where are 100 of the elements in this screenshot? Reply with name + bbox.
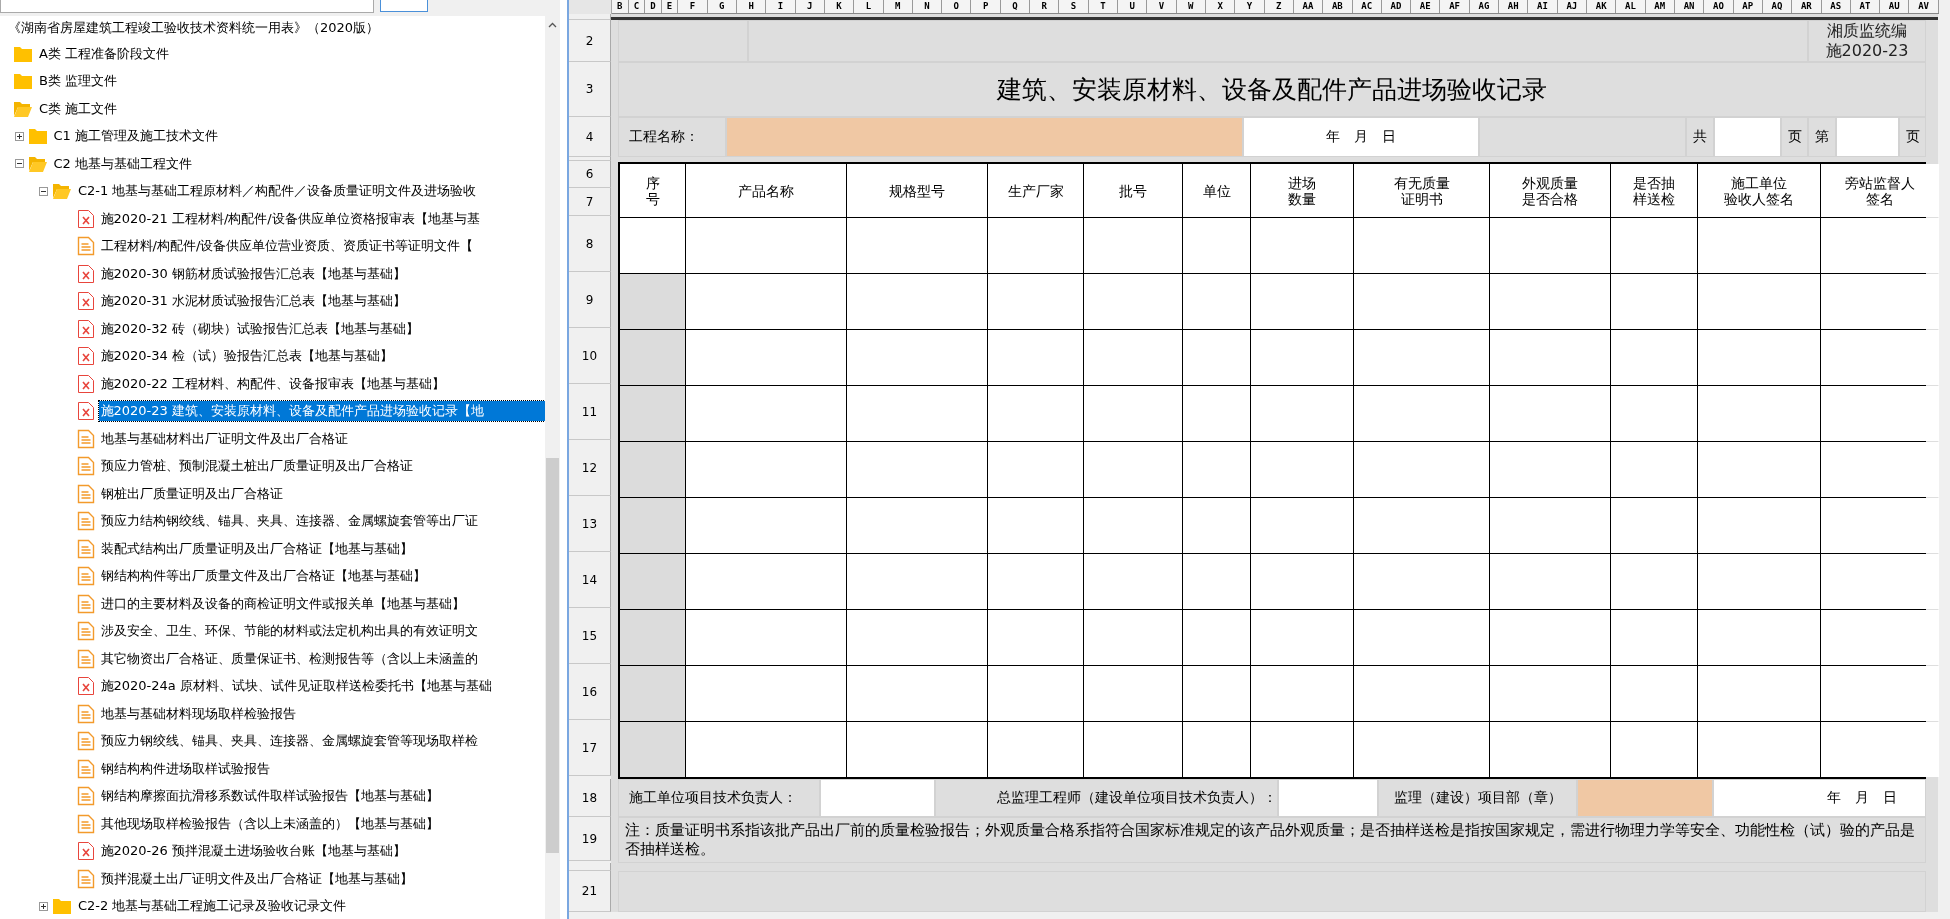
column-letter[interactable]: AS <box>1821 0 1851 13</box>
tree-item[interactable]: 施2020-23 建筑、安装原材料、设备及配件产品进场验收记录【地 <box>98 401 545 422</box>
column-letter[interactable]: AC <box>1352 0 1382 13</box>
tree-item[interactable]: 预拌混凝土出厂证明文件及出厂合格证【地基与基础】 <box>98 868 415 889</box>
tree-item[interactable]: 钢桩出厂质量证明及出厂合格证 <box>98 483 285 504</box>
tree-item[interactable]: 预应力钢绞线、锚具、夹具、连接器、金属螺旋套管等现场取样检 <box>98 731 480 752</box>
column-letter[interactable]: AN <box>1674 0 1705 13</box>
column-letter[interactable]: AP <box>1733 0 1763 13</box>
row-number[interactable]: 2 <box>585 33 594 48</box>
column-letter[interactable]: AE <box>1411 0 1441 13</box>
tree-item[interactable]: 其他现场取样检验报告（含以上未涵盖的）【地基与基础】 <box>98 813 441 834</box>
tree-item[interactable]: B类 监理文件 <box>37 71 120 92</box>
column-letter[interactable]: L <box>854 0 884 13</box>
tree-item[interactable]: 工程材料/构配件/设备供应单位营业资质、资质证书等证明文件【 <box>98 236 476 257</box>
row-number[interactable]: 21 <box>581 884 598 898</box>
column-letter[interactable]: U <box>1118 0 1148 13</box>
tree-item[interactable]: 施2020-24a 原材料、试块、试件见证取样送检委托书【地基与基础 <box>98 676 494 697</box>
column-letter[interactable]: AV <box>1909 0 1939 13</box>
row-number[interactable]: 6 <box>585 167 594 181</box>
column-letter[interactable]: Q <box>1000 0 1031 13</box>
column-letter[interactable]: F <box>678 0 708 13</box>
column-letter[interactable]: AA <box>1293 0 1324 13</box>
column-letter[interactable]: Y <box>1235 0 1265 13</box>
column-letter[interactable]: AH <box>1499 0 1529 13</box>
row-number[interactable]: 12 <box>581 460 598 475</box>
tree-item[interactable]: 施2020-21 工程材料/构配件/设备供应单位资格报审表【地基与基 <box>98 208 482 229</box>
tree-item[interactable]: 预应力结构钢绞线、锚具、夹具、连接器、金属螺旋套管等出厂证 <box>98 511 480 532</box>
tree-item[interactable]: 预应力管桩、预制混凝土桩出厂质量证明及出厂合格证 <box>98 456 415 477</box>
column-letter[interactable]: G <box>707 0 737 13</box>
tree-item[interactable]: C类 施工文件 <box>37 98 120 119</box>
column-letter[interactable]: AG <box>1469 0 1500 13</box>
tree-item[interactable]: 施2020-26 预拌混凝土进场验收台账【地基与基础】 <box>98 841 408 862</box>
tree-item[interactable]: C1 施工管理及施工技术文件 <box>51 126 220 147</box>
column-letter[interactable]: D <box>645 0 662 13</box>
column-letter[interactable]: AB <box>1323 0 1353 13</box>
tree-item[interactable]: 涉及安全、卫生、环保、节能的材料或法定机构出具的有效证明文 <box>98 621 480 642</box>
tree-item[interactable]: 钢结构构件进场取样试验报告 <box>98 758 272 779</box>
row-number[interactable]: 8 <box>585 236 594 251</box>
tree-item[interactable]: 施2020-22 工程材料、构配件、设备报审表【地基与基础】 <box>98 373 447 394</box>
row-number[interactable]: 18 <box>581 790 598 805</box>
column-letter[interactable]: K <box>824 0 855 13</box>
tree-item[interactable]: 施2020-31 水泥材质试验报告汇总表【地基与基础】 <box>98 291 408 312</box>
column-letter[interactable]: AF <box>1440 0 1470 13</box>
page-unit-label: 页 <box>1787 128 1802 146</box>
tree-item[interactable]: C2-2 地基与基础工程施工记录及验收记录文件 <box>76 896 349 917</box>
row-number[interactable]: 3 <box>585 82 594 96</box>
column-letter[interactable]: AI <box>1528 0 1558 13</box>
column-letter[interactable]: T <box>1088 0 1118 13</box>
row-number[interactable]: 19 <box>581 831 598 846</box>
tree-item[interactable]: C2-1 地基与基础工程原材料／构配件／设备质量证明文件及进场验收 <box>76 181 479 202</box>
column-letter[interactable]: J <box>795 0 825 13</box>
column-letter[interactable]: X <box>1205 0 1236 13</box>
tree-item[interactable]: 装配式结构出厂质量证明及出厂合格证【地基与基础】 <box>98 538 415 559</box>
column-letter[interactable]: N <box>912 0 943 13</box>
column-letter[interactable]: AJ <box>1557 0 1587 13</box>
column-letter[interactable]: P <box>971 0 1001 13</box>
row-number[interactable]: 16 <box>581 684 598 699</box>
column-letter[interactable]: AM <box>1645 0 1675 13</box>
column-letter[interactable]: I <box>766 0 796 13</box>
column-letter[interactable]: O <box>942 0 972 13</box>
tree-item[interactable]: 其它物资出厂合格证、质量保证书、检测报告等（含以上未涵盖的 <box>98 648 480 669</box>
tree-item[interactable]: C2 地基与基础工程文件 <box>51 153 194 174</box>
column-letter[interactable]: E <box>661 0 679 13</box>
row-number[interactable]: 11 <box>581 404 598 419</box>
column-letter[interactable]: AL <box>1616 0 1646 13</box>
column-letter[interactable]: W <box>1176 0 1206 13</box>
tree-item[interactable]: A类 工程准备阶段文件 <box>37 43 172 64</box>
row-number[interactable]: 4 <box>585 129 594 144</box>
column-letter[interactable]: R <box>1030 0 1060 13</box>
column-letter[interactable]: H <box>736 0 767 13</box>
column-letter[interactable]: Z <box>1264 0 1294 13</box>
row-number[interactable]: 10 <box>581 348 598 363</box>
column-letter[interactable]: C <box>628 0 646 13</box>
row-number[interactable]: 17 <box>581 740 598 755</box>
tree-root-title[interactable]: 《湖南省房屋建筑工程竣工验收技术资料统一用表》（2020版） <box>8 19 380 37</box>
row-number[interactable]: 13 <box>581 516 598 531</box>
tree-item[interactable]: 施2020-30 钢筋材质试验报告汇总表【地基与基础】 <box>98 263 408 284</box>
column-letter[interactable]: AD <box>1381 0 1412 13</box>
column-letter[interactable]: AU <box>1880 0 1910 13</box>
tree-item[interactable]: 钢结构摩擦面抗滑移系数试件取样试验报告【地基与基础】 <box>98 786 441 807</box>
tree-item[interactable]: 地基与基础材料现场取样检验报告 <box>98 703 298 724</box>
column-letter[interactable]: AT <box>1850 0 1881 13</box>
row-number[interactable]: 15 <box>581 628 598 643</box>
column-letter[interactable]: AO <box>1704 0 1734 13</box>
column-letter[interactable]: AR <box>1792 0 1822 13</box>
row-number[interactable]: 7 <box>585 194 594 209</box>
tree-item[interactable]: 施2020-32 砖（砌块）试验报告汇总表【地基与基础】 <box>98 318 421 339</box>
column-letter[interactable]: AQ <box>1762 0 1793 13</box>
row-number[interactable]: 9 <box>585 292 594 307</box>
tree-item[interactable]: 钢结构构件等出厂质量文件及出厂合格证【地基与基础】 <box>98 566 428 587</box>
tree-item[interactable]: 施2020-34 检（试）验报告汇总表【地基与基础】 <box>98 346 395 367</box>
row-number[interactable]: 14 <box>581 572 598 587</box>
column-letter[interactable]: B <box>612 0 629 13</box>
tree-item[interactable]: 进口的主要材料及设备的商检证明文件或报关单【地基与基础】 <box>98 593 467 614</box>
column-letter[interactable]: AK <box>1587 0 1617 13</box>
chief-engineer-label: 总监理工程师（建设单位项目技术负责人）： <box>997 789 1277 807</box>
tree-item[interactable]: 地基与基础材料出厂证明文件及出厂合格证 <box>98 428 350 449</box>
column-letter[interactable]: M <box>883 0 913 13</box>
column-letter[interactable]: V <box>1147 0 1177 13</box>
column-letter[interactable]: S <box>1059 0 1089 13</box>
